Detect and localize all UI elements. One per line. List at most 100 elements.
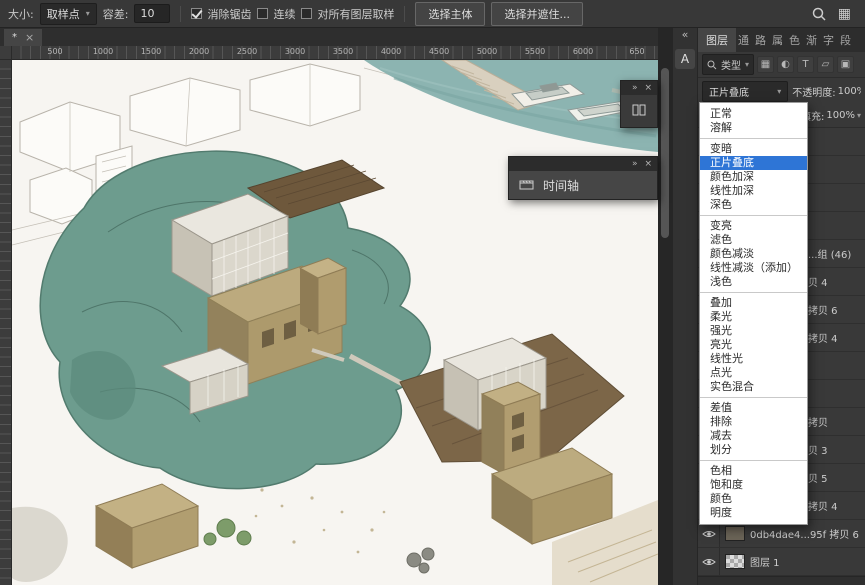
- menu-item-multiply[interactable]: 正片叠底: [700, 156, 807, 170]
- ruler-tick: 1000: [93, 47, 113, 56]
- tab-gradients[interactable]: 渐: [804, 28, 821, 52]
- columns-panel-icon[interactable]: [632, 104, 646, 119]
- tab-properties[interactable]: 属: [770, 28, 787, 52]
- tab-paths[interactable]: 路: [753, 28, 770, 52]
- fill-control[interactable]: 填充: 100% ▾: [801, 108, 861, 123]
- layer-filter-row: 类型 ▾ ▦ ◐ T ▱ ▣: [698, 52, 865, 78]
- sample-all-layers-checkbox[interactable]: 对所有图层取样: [301, 6, 394, 22]
- blend-opacity-row: 正片叠底 ▾ 不透明度: 100% ▾: [698, 78, 865, 104]
- panel-header: » ×: [621, 81, 657, 95]
- layer-row[interactable]: 图层 1: [698, 548, 865, 576]
- ruler-tick: 4000: [381, 47, 401, 56]
- vertical-scrollbar[interactable]: [658, 28, 672, 585]
- menu-item-divide[interactable]: 划分: [700, 443, 807, 457]
- menu-item-vivid-light[interactable]: 亮光: [700, 338, 807, 352]
- workspace-icon[interactable]: ▦: [838, 6, 851, 22]
- collapsed-dock-strip: « A: [672, 28, 698, 585]
- collapsed-panel-a-icon[interactable]: A: [675, 49, 695, 69]
- ruler-tick: 5000: [477, 47, 497, 56]
- sample-size-value: 取样点: [47, 6, 80, 22]
- menu-separator: [700, 138, 807, 139]
- ruler-tick: 1500: [141, 47, 161, 56]
- menu-item-hue[interactable]: 色相: [700, 464, 807, 478]
- select-and-mask-button[interactable]: 选择并遮住...: [491, 2, 583, 26]
- collapse-icon[interactable]: »: [632, 83, 638, 93]
- tab-layers[interactable]: 图层: [698, 28, 736, 52]
- eye-icon[interactable]: [698, 548, 720, 575]
- ruler-tick: 2500: [237, 47, 257, 56]
- layer-thumbnail[interactable]: [725, 526, 745, 541]
- close-icon[interactable]: ×: [25, 31, 34, 44]
- filter-type-label: 类型: [721, 57, 741, 72]
- menu-item-screen[interactable]: 滤色: [700, 233, 807, 247]
- menu-item-saturation[interactable]: 饱和度: [700, 478, 807, 492]
- size-label: 大小:: [8, 6, 34, 22]
- panel-header: » ×: [509, 157, 657, 171]
- blend-mode-select[interactable]: 正片叠底 ▾: [702, 81, 788, 102]
- sample-all-layers-label: 对所有图层取样: [317, 6, 394, 22]
- adjustment-layer-filter-icon[interactable]: ◐: [777, 56, 794, 73]
- layer-thumbnail[interactable]: [725, 554, 745, 569]
- vertical-ruler[interactable]: [0, 60, 12, 585]
- menu-separator: [700, 215, 807, 216]
- menu-item-exclusion[interactable]: 排除: [700, 415, 807, 429]
- options-bar-right: ▦: [812, 6, 857, 22]
- type-layer-filter-icon[interactable]: T: [797, 56, 814, 73]
- tab-character[interactable]: 字: [821, 28, 838, 52]
- blend-mode-menu: 正常 溶解 变暗 正片叠底 颜色加深 线性加深 深色 变亮 滤色 颜色减淡 线性…: [699, 102, 808, 525]
- menu-item-soft-light[interactable]: 柔光: [700, 310, 807, 324]
- opacity-control[interactable]: 不透明度: 100% ▾: [792, 84, 861, 99]
- menu-item-color-dodge[interactable]: 颜色减淡: [700, 247, 807, 261]
- close-icon[interactable]: ×: [644, 159, 652, 169]
- canvas-artwork[interactable]: [12, 60, 658, 585]
- document-tab-bar: * ×: [0, 28, 658, 46]
- shape-layer-filter-icon[interactable]: ▱: [817, 56, 834, 73]
- filter-type-select[interactable]: 类型 ▾: [702, 54, 754, 75]
- menu-item-hard-mix[interactable]: 实色混合: [700, 380, 807, 394]
- collapse-panels-icon[interactable]: «: [682, 29, 689, 41]
- menu-item-hard-light[interactable]: 强光: [700, 324, 807, 338]
- tab-channels[interactable]: 通: [736, 28, 753, 52]
- document-tab[interactable]: * ×: [4, 29, 42, 46]
- sample-size-select[interactable]: 取样点 ▾: [40, 3, 97, 25]
- scrollbar-thumb[interactable]: [661, 68, 669, 238]
- anti-alias-checkbox[interactable]: 消除锯齿: [191, 6, 251, 22]
- menu-item-subtract[interactable]: 减去: [700, 429, 807, 443]
- chevron-down-icon: ▾: [857, 111, 861, 120]
- horizontal-ruler[interactable]: 500 1000 1500 2000 2500 3000 3500 4000 4…: [12, 46, 658, 60]
- menu-item-darken[interactable]: 变暗: [700, 142, 807, 156]
- search-icon[interactable]: [812, 7, 826, 21]
- menu-item-lighter-color[interactable]: 浅色: [700, 275, 807, 289]
- menu-item-linear-burn[interactable]: 线性加深: [700, 184, 807, 198]
- menu-item-darker-color[interactable]: 深色: [700, 198, 807, 212]
- tab-swatches[interactable]: 色: [787, 28, 804, 52]
- menu-item-color[interactable]: 颜色: [700, 492, 807, 506]
- tab-paragraph[interactable]: 段: [838, 28, 855, 52]
- menu-item-dissolve[interactable]: 溶解: [700, 121, 807, 135]
- menu-item-lighten[interactable]: 变亮: [700, 219, 807, 233]
- menu-item-difference[interactable]: 差值: [700, 401, 807, 415]
- fill-value: 100%: [826, 110, 855, 121]
- timeline-panel-button[interactable]: 时间轴: [509, 171, 657, 199]
- smart-object-filter-icon[interactable]: ▣: [837, 56, 854, 73]
- menu-item-color-burn[interactable]: 颜色加深: [700, 170, 807, 184]
- menu-item-luminosity[interactable]: 明度: [700, 506, 807, 520]
- menu-separator: [700, 397, 807, 398]
- timeline-icon: [519, 178, 535, 193]
- pixel-layer-filter-icon[interactable]: ▦: [757, 56, 774, 73]
- divider: [180, 6, 181, 22]
- blend-mode-value: 正片叠底: [709, 84, 749, 99]
- layer-name: 0db4dae4...95f 拷贝 6: [750, 526, 859, 541]
- menu-item-overlay[interactable]: 叠加: [700, 296, 807, 310]
- menu-item-pin-light[interactable]: 点光: [700, 366, 807, 380]
- close-icon[interactable]: ×: [644, 83, 652, 93]
- panel-tab-bar: 图层 通 路 属 色 渐 字 段: [698, 28, 865, 52]
- collapse-icon[interactable]: »: [632, 159, 638, 169]
- tolerance-input[interactable]: 10: [134, 4, 170, 23]
- menu-separator: [700, 460, 807, 461]
- menu-item-normal[interactable]: 正常: [700, 107, 807, 121]
- menu-item-linear-dodge[interactable]: 线性减淡（添加）: [700, 261, 807, 275]
- select-subject-button[interactable]: 选择主体: [415, 2, 485, 26]
- menu-item-linear-light[interactable]: 线性光: [700, 352, 807, 366]
- contiguous-checkbox[interactable]: 连续: [257, 6, 295, 22]
